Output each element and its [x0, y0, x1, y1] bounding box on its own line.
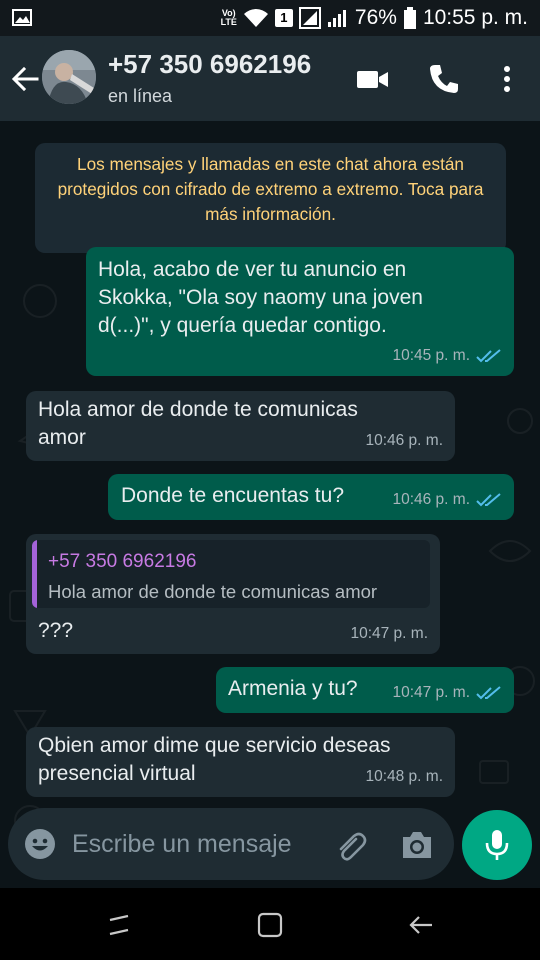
- battery-percent: 76%: [354, 6, 397, 29]
- message-meta: 10:45 p. m.: [392, 342, 502, 370]
- camera-icon[interactable]: [400, 829, 434, 861]
- message-line: Hola, acabo de ver tu anuncio en: [98, 258, 407, 281]
- message-meta: 10:46 p. m.: [392, 486, 502, 514]
- message-text: ???: [38, 619, 74, 642]
- chat-area[interactable]: Los mensajes y llamadas en este chat aho…: [0, 121, 540, 888]
- message-out[interactable]: Armenia y tu? 10:47 p. m.: [216, 667, 514, 713]
- message-text: Donde te encuentas tu?: [121, 484, 345, 507]
- message-line: Qbien amor dime que servicio deseas: [38, 734, 391, 757]
- message-text: Armenia y tu?: [228, 677, 358, 700]
- phone-icon[interactable]: [427, 62, 461, 96]
- message-input[interactable]: Escribe un mensaje: [72, 830, 292, 859]
- sim-indicator: 1: [274, 9, 293, 27]
- message-line: Hola amor de donde te comunicas: [38, 398, 358, 421]
- arrow-left-icon[interactable]: [10, 64, 40, 94]
- message-in-reply[interactable]: +57 350 6962196 Hola amor de donde te co…: [26, 534, 440, 654]
- chat-header: +57 350 6962196 en línea: [0, 36, 540, 121]
- encryption-notice[interactable]: Los mensajes y llamadas en este chat aho…: [35, 143, 506, 253]
- emoji-icon[interactable]: [24, 828, 56, 860]
- status-bar: Vo) LTE 1 76% 10:55 p. m.: [0, 0, 540, 36]
- message-in[interactable]: Hola amor de donde te comunicas amor 10:…: [26, 391, 455, 461]
- quote-text: Hola amor de donde te comunicas amor: [48, 581, 378, 602]
- status-right: Vo) LTE 1 76% 10:55 p. m.: [221, 5, 528, 31]
- gallery-notification-icon: [12, 9, 32, 26]
- read-ticks-icon: [476, 349, 501, 363]
- message-time: 10:48 p. m.: [365, 768, 443, 785]
- message-time: 10:47 p. m.: [392, 684, 470, 701]
- message-time: 10:46 p. m.: [365, 432, 443, 449]
- videocam-icon[interactable]: [355, 62, 389, 96]
- more-vert-icon[interactable]: [490, 62, 524, 96]
- message-time: 10:47 p. m.: [350, 625, 428, 642]
- mic-icon: [485, 830, 509, 860]
- message-out[interactable]: Donde te encuentas tu? 10:46 p. m.: [108, 474, 514, 520]
- message-line: d(...)", y quería quedar contigo.: [98, 314, 387, 337]
- back-nav-icon[interactable]: [406, 910, 436, 940]
- volte-indicator: Vo) LTE: [220, 8, 237, 27]
- message-composer: Escribe un mensaje: [8, 808, 454, 880]
- recent-apps-icon[interactable]: [104, 910, 134, 940]
- message-time: 10:46 p. m.: [392, 491, 470, 508]
- battery-icon: [403, 7, 416, 29]
- message-out[interactable]: Hola, acabo de ver tu anuncio en Skokka,…: [86, 247, 514, 376]
- quote-accent-bar: [32, 540, 37, 608]
- contact-name[interactable]: +57 350 6962196: [108, 49, 311, 80]
- message-meta: 10:46 p. m.: [365, 427, 443, 455]
- wifi-icon: [243, 9, 268, 27]
- home-icon[interactable]: [255, 910, 285, 940]
- message-meta: 10:47 p. m.: [350, 620, 428, 648]
- system-nav-bar: [0, 888, 540, 960]
- quote-author: +57 350 6962196: [48, 551, 197, 572]
- avatar[interactable]: [42, 50, 96, 104]
- message-meta: 10:47 p. m.: [392, 679, 502, 707]
- signal-box-icon: [298, 7, 321, 29]
- signal-icon: [327, 10, 346, 27]
- contact-status: en línea: [108, 86, 173, 106]
- mic-button[interactable]: [462, 810, 532, 880]
- message-line: Skokka, "Ola soy naomy una joven: [98, 286, 423, 309]
- message-meta: 10:48 p. m.: [365, 763, 443, 791]
- read-ticks-icon: [476, 493, 501, 507]
- avatar-image: [42, 50, 96, 104]
- clock: 10:55 p. m.: [422, 6, 528, 29]
- message-line: presencial virtual: [38, 762, 196, 785]
- quoted-message[interactable]: +57 350 6962196 Hola amor de donde te co…: [32, 540, 430, 608]
- message-in[interactable]: Qbien amor dime que servicio deseas pres…: [26, 727, 455, 797]
- message-line: amor: [38, 426, 86, 449]
- read-ticks-icon: [476, 686, 501, 700]
- paperclip-icon[interactable]: [334, 829, 368, 863]
- message-time: 10:45 p. m.: [392, 347, 470, 364]
